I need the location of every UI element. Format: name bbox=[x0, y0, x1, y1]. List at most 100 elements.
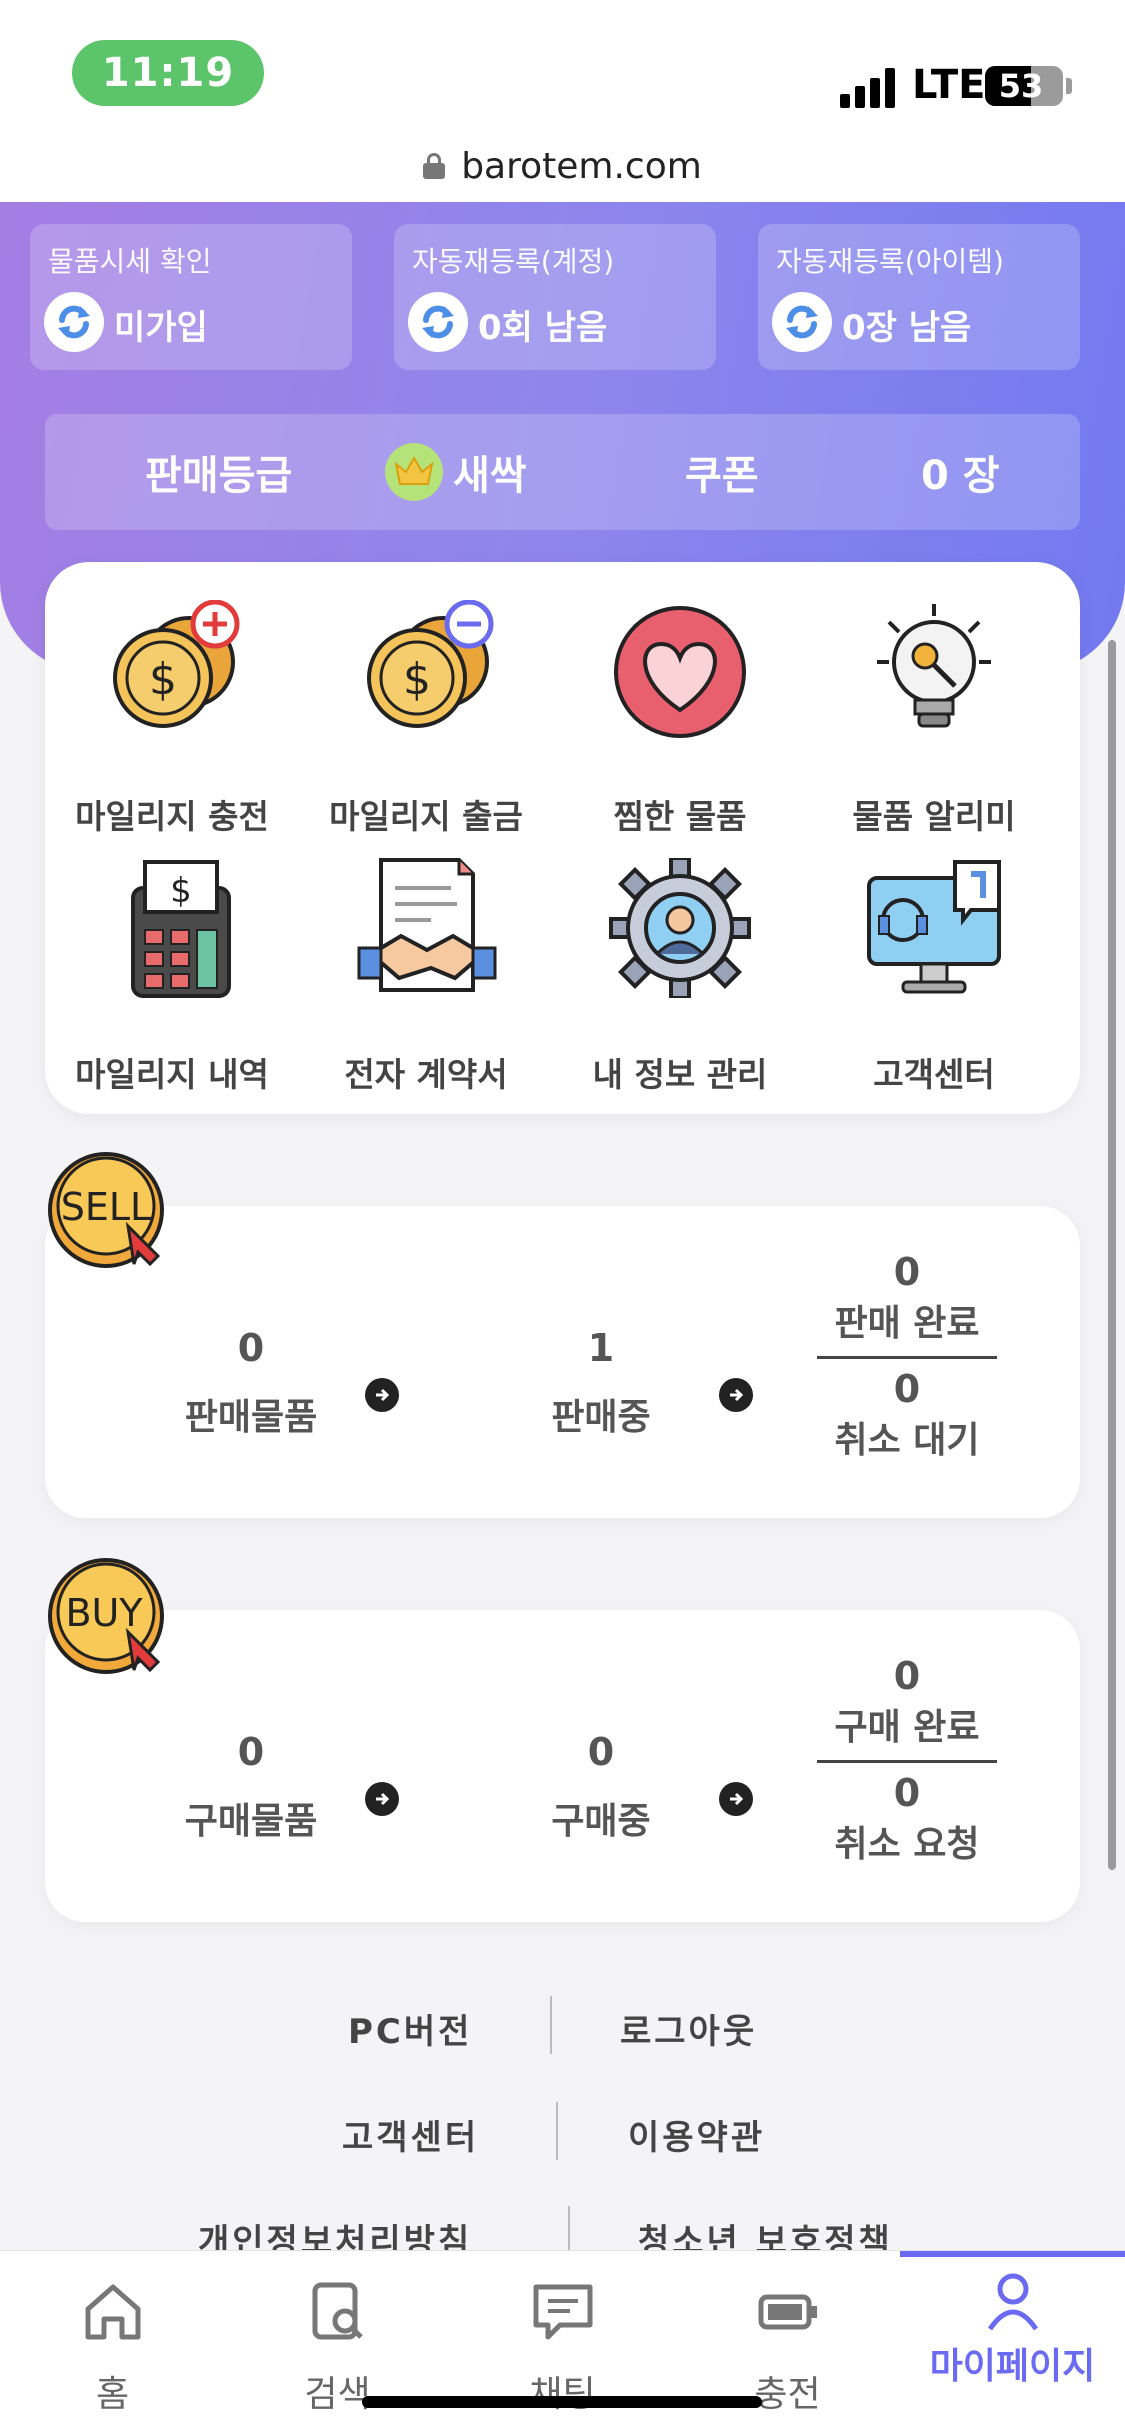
stat-label: 자동재등록(계정) bbox=[412, 245, 615, 278]
buy-items-label: 구매물품 bbox=[184, 1801, 318, 1842]
sell-done-count: 0 bbox=[893, 1250, 921, 1294]
support-link[interactable]: 고객센터 bbox=[342, 2110, 479, 2159]
url-text: barotem.com bbox=[461, 145, 702, 187]
menu-label: 내 정보 관리 bbox=[592, 1055, 768, 1094]
mileage-charge-icon: $ bbox=[113, 600, 240, 728]
sell-cancel-count: 0 bbox=[893, 1367, 921, 1411]
crown-icon bbox=[385, 443, 443, 501]
menu-e-contract[interactable]: 전자 계약서 bbox=[299, 858, 553, 1094]
sell-complete-cancel[interactable]: 0 판매 완료 0 취소 대기 bbox=[817, 1250, 997, 1463]
logout-link[interactable]: 로그아웃 bbox=[620, 2004, 757, 2053]
battery-icon bbox=[758, 2294, 817, 2330]
sell-items[interactable]: 0 판매물품 bbox=[141, 1326, 361, 1440]
menu-wishlist[interactable]: 찜한 물품 bbox=[553, 600, 807, 836]
menu-item-alert[interactable]: 물품 알리미 bbox=[807, 600, 1061, 836]
grade-bar: 판매등급 새싹 쿠폰 0 장 bbox=[45, 414, 1080, 530]
grade-value-group: 새싹 bbox=[385, 414, 527, 530]
battery-tip bbox=[1066, 78, 1072, 94]
heart-icon bbox=[614, 606, 746, 738]
person-icon bbox=[987, 2273, 1038, 2331]
auto-relist-account-card[interactable]: 자동재등록(계정) 0회 남음 bbox=[394, 224, 716, 370]
selling-count: 1 bbox=[587, 1326, 615, 1370]
search-doc-icon bbox=[312, 2282, 363, 2340]
buy-cancel-count: 0 bbox=[893, 1771, 921, 1815]
arrow-right-icon bbox=[719, 1378, 753, 1412]
tab-home[interactable]: 홈 bbox=[0, 2251, 225, 2436]
tab-label: 채팅 bbox=[529, 2374, 596, 2415]
lightbulb-icon bbox=[877, 604, 991, 728]
status-time: 11:19 bbox=[72, 40, 264, 106]
menu-label: 고객센터 bbox=[873, 1055, 995, 1094]
footer-row: 고객센터 이용약관 bbox=[0, 2096, 1125, 2176]
tab-chat[interactable]: 채팅 bbox=[450, 2251, 675, 2436]
buying-label: 구매중 bbox=[551, 1801, 651, 1842]
pc-version-link[interactable]: PC버전 bbox=[348, 2004, 472, 2053]
sell-done-label: 판매 완료 bbox=[834, 1303, 980, 1344]
buy-cancel-label: 취소 요청 bbox=[834, 1824, 980, 1865]
stat-label: 자동재등록(아이템) bbox=[776, 245, 1004, 278]
coupon-count[interactable]: 0 장 bbox=[921, 414, 1000, 530]
battery-icon: 53 bbox=[985, 66, 1063, 106]
refresh-icon bbox=[44, 292, 104, 352]
active-tab-indicator bbox=[900, 2251, 1125, 2257]
divider bbox=[556, 2102, 558, 2160]
sell-badge-icon: SELL bbox=[48, 1152, 164, 1268]
signal-icon bbox=[840, 64, 895, 108]
tab-search[interactable]: 검색 bbox=[225, 2251, 450, 2436]
stat-value: 0회 남음 bbox=[478, 308, 608, 348]
price-check-card[interactable]: 물품시세 확인 미가입 bbox=[30, 224, 352, 370]
svg-text:$: $ bbox=[403, 654, 431, 705]
menu-label: 물품 알리미 bbox=[852, 797, 1016, 836]
network-type: LTE bbox=[912, 62, 986, 108]
menu-label: 전자 계약서 bbox=[344, 1055, 508, 1094]
buy-items[interactable]: 0 구매물품 bbox=[141, 1730, 361, 1844]
arrow-right-icon bbox=[365, 1782, 399, 1816]
bottom-tab-bar: 홈 검색 채팅 충전 마이페이지 bbox=[0, 2250, 1125, 2436]
arrow-right-icon bbox=[365, 1378, 399, 1412]
divider bbox=[550, 1996, 552, 2054]
tab-mypage[interactable]: 마이페이지 bbox=[900, 2251, 1125, 2436]
address-bar[interactable]: barotem.com bbox=[0, 130, 1125, 202]
menu-mileage-withdraw[interactable]: $ 마일리지 출금 bbox=[299, 600, 553, 836]
divider bbox=[817, 1356, 997, 1359]
selling[interactable]: 1 판매중 bbox=[491, 1326, 711, 1440]
menu-mileage-history[interactable]: $ 마일리지 내역 bbox=[45, 858, 299, 1094]
auto-relist-item-card[interactable]: 자동재등록(아이템) 0장 남음 bbox=[758, 224, 1080, 370]
scrollbar[interactable] bbox=[1108, 640, 1116, 1870]
grade-value: 새싹 bbox=[453, 453, 527, 499]
tab-label: 충전 bbox=[754, 2374, 821, 2415]
buying[interactable]: 0 구매중 bbox=[491, 1730, 711, 1844]
stat-value: 0장 남음 bbox=[842, 308, 972, 348]
menu-customer-center[interactable]: 고객센터 bbox=[807, 858, 1061, 1094]
battery-level: 53 bbox=[998, 67, 1044, 105]
menu-card: $ 마일리지 충전 $ 마일리지 출금 찜한 물품 물품 알리미 $ 마일리지 … bbox=[45, 562, 1080, 1114]
contract-handshake-icon bbox=[357, 858, 497, 992]
lock-icon bbox=[423, 153, 446, 179]
arrow-right-icon bbox=[719, 1782, 753, 1816]
tab-charge[interactable]: 충전 bbox=[675, 2251, 900, 2436]
sell-badge-text: SELL bbox=[61, 1185, 151, 1229]
footer-row: PC버전 로그아웃 bbox=[0, 1990, 1125, 2070]
buy-complete-cancel[interactable]: 0 구매 완료 0 취소 요청 bbox=[817, 1654, 997, 1867]
tab-label: 마이페이지 bbox=[929, 2346, 1096, 2387]
sell-items-count: 0 bbox=[237, 1326, 265, 1370]
coupon-label: 쿠폰 bbox=[685, 453, 759, 499]
buy-done-count: 0 bbox=[893, 1654, 921, 1698]
refresh-icon bbox=[772, 292, 832, 352]
profile-gear-icon bbox=[609, 858, 751, 998]
support-monitor-icon bbox=[867, 860, 1001, 994]
selling-label: 판매중 bbox=[551, 1397, 651, 1438]
home-icon bbox=[85, 2284, 140, 2340]
terms-link[interactable]: 이용약관 bbox=[628, 2110, 765, 2159]
buy-done-label: 구매 완료 bbox=[834, 1707, 980, 1748]
status-bar: 11:19 LTE 53 bbox=[0, 0, 1125, 130]
buy-items-count: 0 bbox=[237, 1730, 265, 1774]
menu-label: 마일리지 내역 bbox=[75, 1055, 269, 1094]
sell-cancel-label: 취소 대기 bbox=[834, 1420, 980, 1461]
sell-status-card: 0 판매물품 1 판매중 0 판매 완료 0 취소 대기 bbox=[45, 1206, 1080, 1518]
menu-mileage-charge[interactable]: $ 마일리지 충전 bbox=[45, 600, 299, 836]
grade-label: 판매등급 bbox=[145, 453, 293, 499]
buy-status-card: 0 구매물품 0 구매중 0 구매 완료 0 취소 요청 bbox=[45, 1610, 1080, 1922]
menu-my-info[interactable]: 내 정보 관리 bbox=[553, 858, 807, 1094]
menu-label: 마일리지 충전 bbox=[75, 797, 269, 836]
